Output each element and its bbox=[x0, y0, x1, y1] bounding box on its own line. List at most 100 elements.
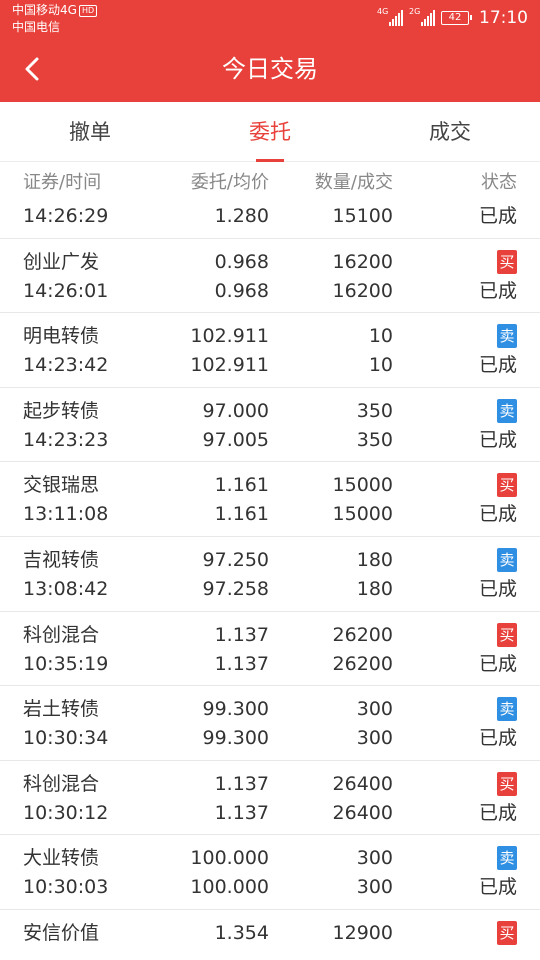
battery-icon: 42 bbox=[441, 11, 472, 25]
order-status: 已成 bbox=[478, 801, 517, 824]
filled-quantity: 15100 bbox=[332, 205, 393, 227]
order-row[interactable]: 明电转债 14:23:42 102.911 102.911 10 10 已成 卖 bbox=[0, 313, 540, 388]
order-quantity: 12900 bbox=[332, 921, 393, 944]
order-time: 10:35:19 bbox=[23, 652, 109, 675]
average-price: 1.161 bbox=[214, 503, 269, 526]
security-name: 安信价值 bbox=[23, 921, 100, 944]
average-price: 100.000 bbox=[190, 876, 269, 899]
order-status: 已成 bbox=[478, 727, 517, 750]
average-price: 1.137 bbox=[214, 801, 269, 824]
order-status: 已成 bbox=[478, 652, 517, 675]
tab-label: 撤单 bbox=[69, 120, 111, 144]
security-name: 大业转债 bbox=[23, 847, 100, 870]
order-quantity: 26200 bbox=[332, 623, 393, 646]
status-indicators: 4G 2G 42 17:10 bbox=[377, 6, 528, 30]
average-price: 97.258 bbox=[202, 577, 269, 600]
order-quantity: 350 bbox=[356, 399, 393, 422]
order-time: 14:23:42 bbox=[23, 354, 109, 377]
tab-filled[interactable]: 成交 bbox=[360, 102, 540, 162]
order-status: 已成 bbox=[478, 577, 517, 600]
order-time: 10:30:12 bbox=[23, 801, 109, 824]
column-header-qty-filled: 数量/成交 bbox=[314, 172, 393, 193]
buy-badge: 买 bbox=[497, 771, 517, 796]
average-price: 99.300 bbox=[202, 727, 269, 750]
order-quantity: 16200 bbox=[332, 250, 393, 273]
order-price: 100.000 bbox=[190, 847, 269, 870]
order-price: 1.354 bbox=[214, 921, 269, 944]
buy-badge: 买 bbox=[497, 249, 517, 274]
order-time: 13:08:42 bbox=[23, 577, 109, 600]
order-time: 10:30:34 bbox=[23, 727, 109, 750]
security-name: 交银瑞思 bbox=[23, 474, 100, 497]
order-row[interactable]: 大业转债 10:30:03 100.000 100.000 300 300 已成 卖 bbox=[0, 835, 540, 910]
filled-quantity: 26400 bbox=[332, 801, 393, 824]
order-price: 97.000 bbox=[202, 399, 269, 422]
filled-quantity: 180 bbox=[356, 577, 393, 600]
order-status: 已成 bbox=[478, 279, 517, 302]
tab-label: 委托 bbox=[249, 120, 291, 144]
filled-quantity: 15000 bbox=[332, 503, 393, 526]
order-quantity: 15000 bbox=[332, 474, 393, 497]
signal-icon: 4G bbox=[377, 7, 403, 26]
header-bar: 中国移动4G HD 中国电信 4G 2G 42 17:10 今日交易 bbox=[0, 0, 540, 102]
order-status: 已成 bbox=[478, 503, 517, 526]
order-price: 97.250 bbox=[202, 548, 269, 571]
order-price: 99.300 bbox=[202, 698, 269, 721]
filled-quantity: 300 bbox=[356, 727, 393, 750]
order-row[interactable]: 吉视转债 13:08:42 97.250 97.258 180 180 已成 卖 bbox=[0, 537, 540, 612]
carrier-primary-label: 中国移动4G bbox=[12, 3, 77, 17]
buy-badge: 买 bbox=[497, 920, 517, 945]
sell-badge: 卖 bbox=[497, 697, 517, 722]
order-price: 1.137 bbox=[214, 772, 269, 795]
filled-quantity: 10 bbox=[368, 354, 393, 377]
order-row[interactable]: 科创混合 10:35:19 1.137 1.137 26200 26200 已成 买 bbox=[0, 612, 540, 687]
order-time: 14:26:01 bbox=[23, 279, 109, 302]
network-type-label: 2G bbox=[409, 7, 421, 16]
order-row[interactable]: 科创混合 10:30:12 1.137 1.137 26400 26400 已成 买 bbox=[0, 761, 540, 836]
security-name: 岩土转债 bbox=[23, 698, 100, 721]
order-price: 0.968 bbox=[214, 250, 269, 273]
order-time: 14:26:29 bbox=[23, 205, 109, 227]
sell-badge: 卖 bbox=[497, 398, 517, 423]
order-quantity: 26400 bbox=[332, 772, 393, 795]
tab-label: 成交 bbox=[429, 120, 471, 144]
sell-badge: 卖 bbox=[497, 324, 517, 349]
order-status: 已成 bbox=[478, 876, 517, 899]
average-price: 1.137 bbox=[214, 652, 269, 675]
security-name: 科创混合 bbox=[23, 772, 100, 795]
order-quantity: 10 bbox=[368, 325, 393, 348]
average-price: 102.911 bbox=[190, 354, 269, 377]
order-time: 13:11:08 bbox=[23, 503, 109, 526]
tab-orders[interactable]: 委托 bbox=[180, 102, 360, 162]
order-row[interactable]: 安信价值 1.354 12900 买 bbox=[0, 910, 540, 960]
order-row[interactable]: 岩土转债 10:30:34 99.300 99.300 300 300 已成 卖 bbox=[0, 686, 540, 761]
tab-cancel-order[interactable]: 撤单 bbox=[0, 102, 180, 162]
order-row[interactable]: 交银瑞思 13:11:08 1.161 1.161 15000 15000 已成 买 bbox=[0, 462, 540, 537]
hd-icon: HD bbox=[78, 5, 98, 17]
buy-badge: 买 bbox=[497, 622, 517, 647]
order-list[interactable]: 东证恒阳14:26:291.2801.2801510015100已成买创业广发 1… bbox=[0, 203, 540, 960]
network-type-label: 4G bbox=[377, 7, 389, 16]
order-quantity: 300 bbox=[356, 698, 393, 721]
order-price: 1.137 bbox=[214, 623, 269, 646]
order-row[interactable]: 东证恒阳14:26:291.2801.2801510015100已成买 bbox=[0, 203, 540, 239]
security-name: 明电转债 bbox=[23, 325, 100, 348]
order-quantity: 300 bbox=[356, 847, 393, 870]
order-row[interactable]: 起步转债 14:23:23 97.000 97.005 350 350 已成 卖 bbox=[0, 388, 540, 463]
order-price: 102.911 bbox=[190, 325, 269, 348]
order-quantity: 180 bbox=[356, 548, 393, 571]
order-list-content: 东证恒阳14:26:291.2801.2801510015100已成买创业广发 1… bbox=[0, 203, 540, 960]
sell-badge: 卖 bbox=[497, 547, 517, 572]
column-header-status: 状态 bbox=[481, 172, 517, 193]
buy-badge: 买 bbox=[497, 473, 517, 498]
active-tab-indicator bbox=[256, 159, 284, 162]
signal-icon: 2G bbox=[409, 7, 435, 26]
filled-quantity: 16200 bbox=[332, 279, 393, 302]
order-time: 14:23:23 bbox=[23, 428, 109, 451]
security-name: 创业广发 bbox=[23, 250, 100, 273]
order-status: 已成 bbox=[478, 354, 517, 377]
order-row[interactable]: 创业广发 14:26:01 0.968 0.968 16200 16200 已成 买 bbox=[0, 239, 540, 314]
status-clock: 17:10 bbox=[479, 8, 528, 28]
column-header-security-time: 证券/时间 bbox=[23, 172, 102, 193]
security-name: 科创混合 bbox=[23, 623, 100, 646]
